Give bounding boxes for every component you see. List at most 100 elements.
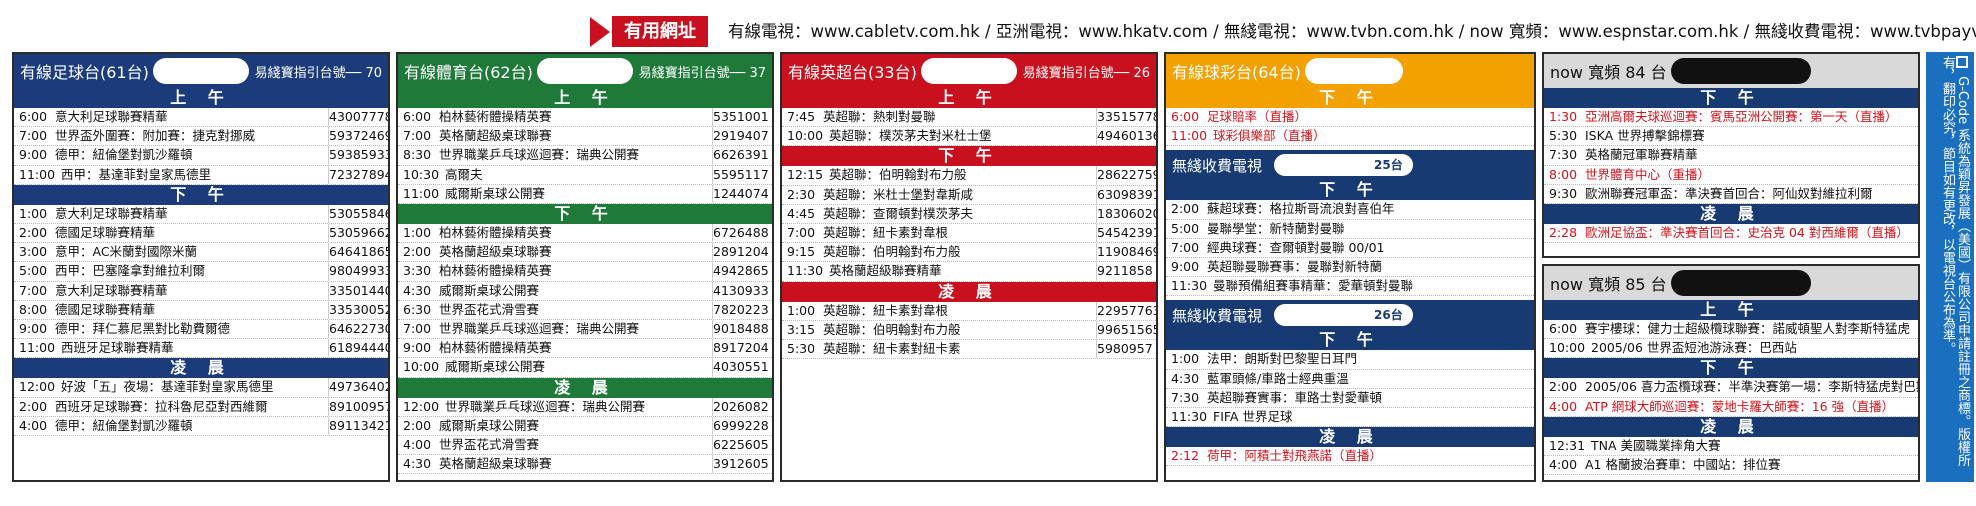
schedule-row: 7:00 意大利足球聯賽精華 33501440 — [14, 281, 388, 301]
program-title: FIFA 世界足球 — [1213, 409, 1293, 425]
program-title: 世界體育中心（重播） — [1585, 166, 1711, 182]
program-title: 德甲：拜仁慕尼黑對比勒費爾德 — [55, 321, 231, 337]
gcode-number: 4942865 — [712, 262, 772, 281]
gcode-number: 53055846 — [328, 204, 388, 224]
program-title: 英格蘭超級桌球聯賽 — [439, 128, 552, 144]
gcode-number: 6225605 — [712, 436, 772, 455]
schedule-list: 2:28 歐洲足協盃：準決賽首回合：史治克 04 對西維爾（直播） — [1544, 224, 1918, 244]
program-title: 世界盃花式滑雪賽 — [439, 437, 540, 453]
schedule-row: 9:30 歐洲聯賽冠軍盃：準決賽首回合：阿仙奴對維拉利爾 — [1544, 185, 1918, 205]
schedule-row: 6:30 世界盃花式滑雪賽 7820223 — [398, 300, 772, 321]
program-time: 2:00 — [403, 244, 432, 260]
gcode-number: 89100957 — [328, 397, 388, 416]
program-time: 9:00 — [403, 340, 432, 356]
gcode-number: 64641865 — [328, 243, 388, 262]
schedule-row: 3:30 柏林藝術體操精英賽 4942865 — [398, 262, 772, 282]
channel-title: 有線足球台(61台) — [20, 63, 149, 82]
schedule-row: 5:30 ISKA 世界搏擊錦標賽 — [1544, 127, 1918, 147]
tvb-pay-header-25: 無綫收費電視 25台 — [1166, 150, 1534, 181]
schedule-row: 1:00 英超聯：紐卡素對韋根 22957763 — [782, 301, 1156, 321]
gcode-number: 6999228 — [712, 416, 772, 436]
program-time: 1:00 — [19, 205, 48, 221]
program-title: 荷甲：阿積士對飛燕諾（直播） — [1207, 448, 1383, 464]
program-title: ATP 網球大師巡迴賽：蒙地卡羅大師賽：16 強（直播） — [1585, 398, 1895, 414]
guide-number: 易綫寶指引台號── 26 — [1022, 65, 1150, 81]
gcode-number: 4130933 — [712, 281, 772, 300]
program-title: 英格蘭超級桌球聯賽 — [439, 456, 552, 472]
section-night: 凌 晨 — [782, 281, 1156, 302]
program-time: 9:00 — [1171, 259, 1200, 275]
schedule-row: 10:00 2005/06 世界盃短池游泳賽：巴西站 — [1544, 339, 1918, 359]
program-time: 2:00 — [19, 398, 48, 414]
program-title: 威爾斯桌球公開賽 — [439, 282, 540, 298]
schedule-row: 10:30 高爾夫 5595117 — [398, 165, 772, 185]
schedule-list: 6:00 賽宇樓球：健力士超級欖球聯賽：諾威頓聖人對李斯特猛虎 10:00 2005/… — [1544, 320, 1918, 359]
gcode-number: 1244074 — [712, 184, 772, 204]
gcode-number: 3912605 — [712, 455, 772, 474]
gcode-number: 49460136 — [1096, 127, 1156, 146]
arrow-icon — [590, 17, 610, 47]
program-time: 7:30 — [1549, 147, 1578, 163]
gcode-number: 98049933 — [328, 262, 388, 281]
program-time: 8:30 — [403, 147, 432, 163]
program-time: 12:15 — [787, 167, 824, 183]
schedule-list: 1:00 法甲：朗斯對巴黎聖日耳門 4:30 藍軍頭條/車路士經典重溫 7:30 英超聯賽… — [1166, 350, 1534, 428]
program-title: 世界職業乒乓球巡迴賽：瑞典公開賽 — [445, 398, 646, 414]
schedule-row: 9:00 英超聯曼聯賽事：曼聯對新特蘭 — [1166, 258, 1534, 278]
schedule-row: 2:30 英超聯：米杜士堡對韋斯咸 63098391 — [782, 185, 1156, 205]
section-afternoon: 下 午 — [1544, 358, 1918, 379]
program-time: 4:00 — [1549, 457, 1578, 473]
schedule-row: 7:30 英超聯賽實事：車路士對愛華頓 — [1166, 389, 1534, 409]
gcode-number: 63098391 — [1096, 185, 1156, 204]
program-time: 4:30 — [403, 282, 432, 298]
gcode-pill — [152, 58, 249, 84]
program-title: 英超聯：查爾頓對樸茨茅夫 — [823, 205, 974, 221]
subheader-title: 無綫收費電視 — [1172, 156, 1263, 175]
program-time: 3:30 — [403, 263, 432, 279]
program-title: 歐洲聯賽冠軍盃：準決賽首回合：阿仙奴對維拉利爾 — [1585, 185, 1873, 201]
schedule-row: 12:00 好波「五」夜場：基達菲對皇家馬德里 49736402 — [14, 378, 388, 398]
guide-number: 易綫寶指引台號── 37 — [638, 65, 766, 81]
program-time: 1:00 — [1171, 351, 1200, 367]
schedule-row: 1:30 亞洲高爾夫球巡迴賽：賓馬亞洲公開賽：第一天（直播） — [1544, 108, 1918, 128]
schedule-row: 2:00 西班牙足球聯賽：拉科魯尼亞對西維爾 89100957 — [14, 397, 388, 417]
schedule-row: 12:00 世界職業乒乓球巡迴賽：瑞典公開賽 2026082 — [398, 397, 772, 417]
schedule-row: 8:30 世界職業乒乓球巡迴賽：瑞典公開賽 6626391 — [398, 146, 772, 166]
program-time: 7:00 — [19, 282, 48, 298]
schedule-row: 7:00 世界盃外圍賽：附加賽：捷克對挪威 59372469 — [14, 127, 388, 147]
gcode-number: 61894440 — [328, 339, 388, 358]
channel-title: 有線體育台(62台) — [404, 63, 533, 82]
gcode-number: 59372469 — [328, 127, 388, 146]
gcode-number: 18306020 — [1096, 204, 1156, 224]
useful-links-text: 有線電視：www.cabletv.com.hk / 亞洲電視：www.hkatv… — [728, 22, 1976, 41]
program-time: 12:31 — [1549, 437, 1586, 453]
panel-header: 有線體育台(62台) 易綫寶指引台號── 37 — [398, 54, 772, 88]
tvb-pay-header-26: 無綫收費電視 26台 — [1166, 300, 1534, 331]
schedule-row: 11:30 英格蘭超級聯賽精華 9211858 — [782, 262, 1156, 282]
schedule-row: 2:00 德國足球聯賽精華 53059662 — [14, 224, 388, 244]
program-title: 西甲：巴塞隆拿對維拉利爾 — [55, 263, 206, 279]
schedule-row: 2:00 英格蘭超級桌球聯賽 2891204 — [398, 243, 772, 263]
channel-title: 有線英超台(33台) — [788, 63, 917, 82]
program-title: 意甲：AC米蘭對國際米蘭 — [55, 244, 198, 260]
program-time: 5:00 — [1171, 220, 1200, 236]
gcode-number: 9211858 — [1096, 262, 1156, 281]
panel-header: now 寬頻 84 台 — [1544, 54, 1918, 88]
program-title: 英超聯：米杜士堡對韋斯咸 — [823, 186, 974, 202]
schedule-row: 3:00 意甲：AC米蘭對國際米蘭 64641865 — [14, 243, 388, 263]
program-time: 2:00 — [19, 225, 48, 241]
gcode-number: 64622730 — [328, 320, 388, 339]
useful-links-label: 有用網址 — [612, 16, 708, 47]
program-time: 6:00 — [403, 109, 432, 124]
schedule-row: 4:30 藍軍頭條/車路士經典重溫 — [1166, 370, 1534, 389]
schedule-row: 4:30 英格蘭超級桌球聯賽 3912605 — [398, 455, 772, 475]
program-title: 曼聯學堂：新特蘭對曼聯 — [1207, 220, 1345, 236]
schedule-list: 2:00 2005/06 喜力盃欖球賽：半準決賽第一場：李斯特猛虎對巴斯 4:00 A… — [1544, 378, 1918, 417]
schedule-row: 4:00 德甲：紐倫堡對凱沙羅頓 89113421 — [14, 416, 388, 437]
gcode-number: 2891204 — [712, 243, 772, 262]
gcode-pill — [536, 58, 633, 84]
program-title: 英超聯：伯明翰對布力般 — [823, 321, 961, 337]
program-title: 英超聯：伯明翰對布力般 — [829, 167, 967, 183]
program-time: 6:00 — [19, 109, 48, 124]
program-title: 世界職業乒乓球巡迴賽：瑞典公開賽 — [439, 321, 640, 337]
